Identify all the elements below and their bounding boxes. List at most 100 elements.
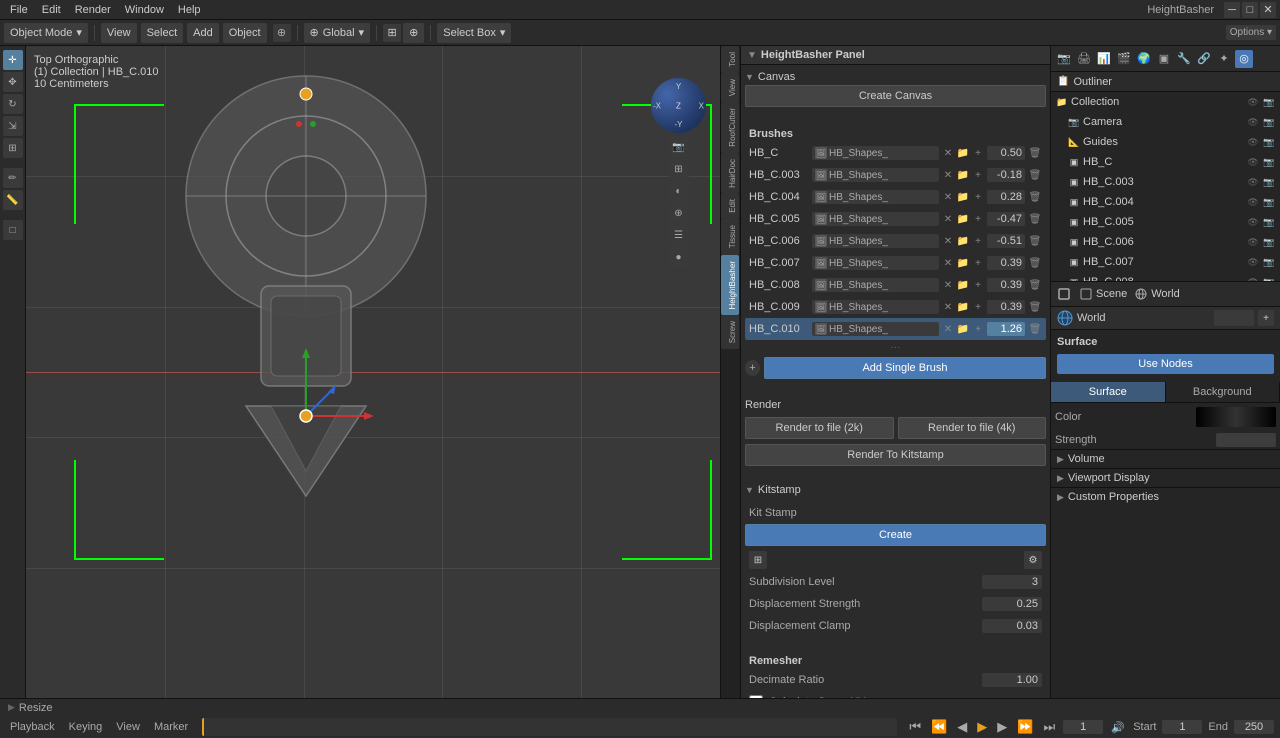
brush-value-2[interactable]: [987, 190, 1025, 204]
disp-clamp-value[interactable]: [982, 619, 1042, 633]
camera-vis-icon[interactable]: 👁: [1246, 115, 1260, 129]
brush-new-2[interactable]: +: [972, 191, 984, 203]
world-new-btn[interactable]: +: [1258, 310, 1274, 326]
background-tab[interactable]: Background: [1166, 382, 1280, 402]
hbc006-vis-icon[interactable]: 👁: [1246, 235, 1260, 249]
brush-x-0[interactable]: ✕: [942, 147, 954, 159]
brush-del-7[interactable]: 🗑: [1028, 300, 1042, 314]
brush-new-6[interactable]: +: [972, 279, 984, 291]
view-layer-icon[interactable]: 📊: [1095, 50, 1113, 68]
world-fake-dropdown[interactable]: [1214, 310, 1254, 326]
brush-folder-3[interactable]: 📁: [957, 213, 969, 225]
render-4k-btn[interactable]: Render to file (4k): [898, 417, 1047, 439]
collection-render-icon[interactable]: 📷: [1262, 95, 1276, 109]
brush-x-5[interactable]: ✕: [942, 257, 954, 269]
view-dropdown-timeline[interactable]: View: [112, 719, 144, 735]
outliner-item-camera[interactable]: 📷 Camera 👁 📷: [1051, 112, 1280, 132]
tool-annotate[interactable]: ✏: [3, 168, 23, 188]
panel-tab-hairdoc[interactable]: HairDoc: [721, 153, 739, 194]
panel-tab-heightbasher[interactable]: HeightBasher: [721, 255, 739, 315]
maximize-btn[interactable]: □: [1242, 2, 1258, 18]
brush-new-5[interactable]: +: [972, 257, 984, 269]
brush-row-1[interactable]: HB_C.003 🖼 HB_Shapes_ ✕ 📁 + 🗑: [745, 164, 1046, 186]
prev-frame-btn[interactable]: ◀: [955, 719, 969, 735]
subdivision-value[interactable]: [982, 575, 1042, 589]
brush-value-5[interactable]: [987, 256, 1025, 270]
brush-del-1[interactable]: 🗑: [1028, 168, 1042, 182]
xray-btn[interactable]: ☰: [669, 225, 689, 245]
brush-folder-4[interactable]: 📁: [957, 235, 969, 247]
wireframe-btn[interactable]: ⊞: [669, 159, 689, 179]
tool-scale[interactable]: ⇲: [3, 116, 23, 136]
next-keyframe-btn[interactable]: ⏩: [1015, 719, 1035, 735]
brush-value-4[interactable]: [987, 234, 1025, 248]
brush-value-0[interactable]: [987, 146, 1025, 160]
create-kitstamp-btn[interactable]: Create: [745, 524, 1046, 546]
snap-toggle[interactable]: ⊞: [383, 24, 401, 42]
timeline-scrubber[interactable]: [202, 718, 897, 736]
outliner-item-hbc003[interactable]: ▣ HB_C.003 👁 📷: [1051, 172, 1280, 192]
kitstamp-settings-btn[interactable]: ⚙: [1024, 551, 1042, 569]
panel-tab-roofcutter[interactable]: RoofCutter: [721, 102, 739, 153]
tool-measure[interactable]: 📏: [3, 190, 23, 210]
tool-transform[interactable]: ⊞: [3, 138, 23, 158]
brush-x-3[interactable]: ✕: [942, 213, 954, 225]
use-nodes-btn[interactable]: Use Nodes: [1057, 354, 1274, 374]
options-btn[interactable]: Options ▾: [1226, 25, 1276, 40]
brush-del-5[interactable]: 🗑: [1028, 256, 1042, 270]
orientation-dropdown[interactable]: ⊕ Global ▾: [304, 23, 371, 43]
output-props-icon[interactable]: 🖨: [1075, 50, 1093, 68]
select-box-dropdown[interactable]: Select Box ▾: [437, 23, 511, 43]
outliner-item-hbc008[interactable]: ▣ HB_C.008 👁 📷: [1051, 272, 1280, 282]
viewport-display-section[interactable]: ▶ Viewport Display: [1051, 468, 1280, 487]
brush-folder-5[interactable]: 📁: [957, 257, 969, 269]
add-brush-icon[interactable]: +: [745, 360, 760, 376]
constraint-icon[interactable]: 🔗: [1195, 50, 1213, 68]
snap-dropdown[interactable]: ⊕: [403, 23, 424, 43]
object-props-icon[interactable]: ▣: [1155, 50, 1173, 68]
brush-x-1[interactable]: ✕: [942, 169, 954, 181]
brush-row-5[interactable]: HB_C.007 🖼 HB_Shapes_ ✕ 📁 + 🗑: [745, 252, 1046, 274]
disp-strength-value[interactable]: [982, 597, 1042, 611]
brush-x-7[interactable]: ✕: [942, 301, 954, 313]
brush-value-8[interactable]: [987, 322, 1025, 336]
kitstamp-header[interactable]: ▼ Kitstamp: [745, 482, 1046, 498]
viewport-render-btn[interactable]: ●: [669, 247, 689, 267]
hbc-vis-icon[interactable]: 👁: [1246, 155, 1260, 169]
brush-folder-0[interactable]: 📁: [957, 147, 969, 159]
brush-folder-7[interactable]: 📁: [957, 301, 969, 313]
overlay-btn[interactable]: ⊕: [669, 203, 689, 223]
tool-rotate[interactable]: ↻: [3, 94, 23, 114]
menu-window[interactable]: Window: [119, 2, 170, 18]
playback-dropdown[interactable]: Playback: [6, 719, 59, 735]
brush-new-8[interactable]: +: [972, 323, 984, 335]
outliner-item-hbc004[interactable]: ▣ HB_C.004 👁 📷: [1051, 192, 1280, 212]
strength-value[interactable]: 1.000: [1216, 433, 1276, 447]
kitstamp-icon-btn[interactable]: ⊞: [749, 551, 767, 569]
collection-vis-icon[interactable]: 👁: [1246, 95, 1260, 109]
minimize-btn[interactable]: ─: [1224, 2, 1240, 18]
brush-x-4[interactable]: ✕: [942, 235, 954, 247]
render-props-icon[interactable]: 📷: [1055, 50, 1073, 68]
add-single-brush-btn[interactable]: Add Single Brush: [764, 357, 1046, 379]
outliner-item-hbc006[interactable]: ▣ HB_C.006 👁 📷: [1051, 232, 1280, 252]
tool-cursor[interactable]: ✛: [3, 50, 23, 70]
hbc004-render-icon[interactable]: 📷: [1262, 195, 1276, 209]
menu-file[interactable]: File: [4, 2, 34, 18]
add-dropdown[interactable]: Add: [187, 23, 219, 43]
canvas-header[interactable]: ▼ Canvas: [745, 69, 1046, 85]
outliner-item-hbc[interactable]: ▣ HB_C 👁 📷: [1051, 152, 1280, 172]
start-frame-field[interactable]: [1162, 720, 1202, 734]
brush-folder-2[interactable]: 📁: [957, 191, 969, 203]
scene-tab[interactable]: Scene: [1080, 288, 1127, 300]
close-btn[interactable]: ✕: [1260, 2, 1276, 18]
render-kitstamp-btn[interactable]: Render To Kitstamp: [745, 444, 1046, 466]
guides-render-icon[interactable]: 📷: [1262, 135, 1276, 149]
brush-folder-1[interactable]: 📁: [957, 169, 969, 181]
scene-props-icon[interactable]: 🎬: [1115, 50, 1133, 68]
tool-add-cube[interactable]: □: [3, 220, 23, 240]
brush-value-3[interactable]: [987, 212, 1025, 226]
brush-row-6[interactable]: HB_C.008 🖼 HB_Shapes_ ✕ 📁 + 🗑: [745, 274, 1046, 296]
brush-new-1[interactable]: +: [972, 169, 984, 181]
decimate-value[interactable]: [982, 673, 1042, 687]
